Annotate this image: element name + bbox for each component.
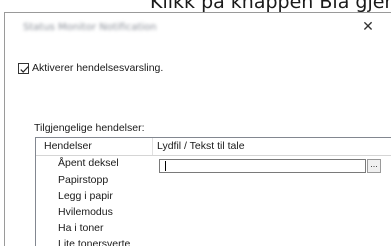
close-button[interactable]: ✕ [353, 17, 383, 37]
events-list: Hendelser Lydfil / Tekst til tale Åpent … [35, 137, 391, 246]
column-header-events[interactable]: Hendelser [36, 138, 153, 155]
enable-notifications-checkbox[interactable] [18, 62, 29, 74]
title-bar: Status Monitor Notification ✕ [5, 13, 391, 39]
browse-button[interactable]: ... [367, 159, 381, 173]
event-label: Legg i papir [58, 190, 113, 202]
events-list-header: Hendelser Lydfil / Tekst til tale [36, 138, 391, 156]
list-item[interactable]: Lite tonersverte [36, 237, 391, 246]
event-label: Åpent deksel [58, 157, 119, 169]
dialog-content: Aktiverer hendelsesvarsling. Tilgjengeli… [5, 39, 391, 246]
list-item[interactable]: Legg i papir [36, 189, 391, 204]
dialog-title: Status Monitor Notification [23, 22, 157, 33]
event-label: Hvilemodus [58, 206, 113, 218]
checkmark-icon [20, 65, 29, 73]
enable-notifications-row[interactable]: Aktiverer hendelsesvarsling. [18, 61, 163, 75]
sound-file-input[interactable] [159, 159, 366, 173]
text-caret [165, 161, 166, 171]
available-events-label: Tilgjengelige hendelser: [34, 122, 145, 134]
enable-notifications-label: Aktiverer hendelsesvarsling. [32, 62, 164, 74]
list-item[interactable]: Ha i toner [36, 221, 391, 236]
close-icon: ✕ [362, 19, 374, 35]
event-label: Lite tonersverte [58, 238, 131, 246]
notification-dialog: Status Monitor Notification ✕ Aktiverer … [4, 12, 391, 246]
screen: Klikk på knappen Bla gjennom. Status Mon… [0, 0, 391, 246]
column-header-sound[interactable]: Lydfil / Tekst til tale [154, 138, 354, 155]
list-item[interactable]: Papirstopp [36, 173, 391, 188]
list-item[interactable]: Hvilemodus [36, 205, 391, 220]
event-label: Papirstopp [58, 174, 109, 186]
event-label: Ha i toner [58, 222, 104, 234]
list-item[interactable]: Åpent deksel ... [36, 156, 391, 173]
